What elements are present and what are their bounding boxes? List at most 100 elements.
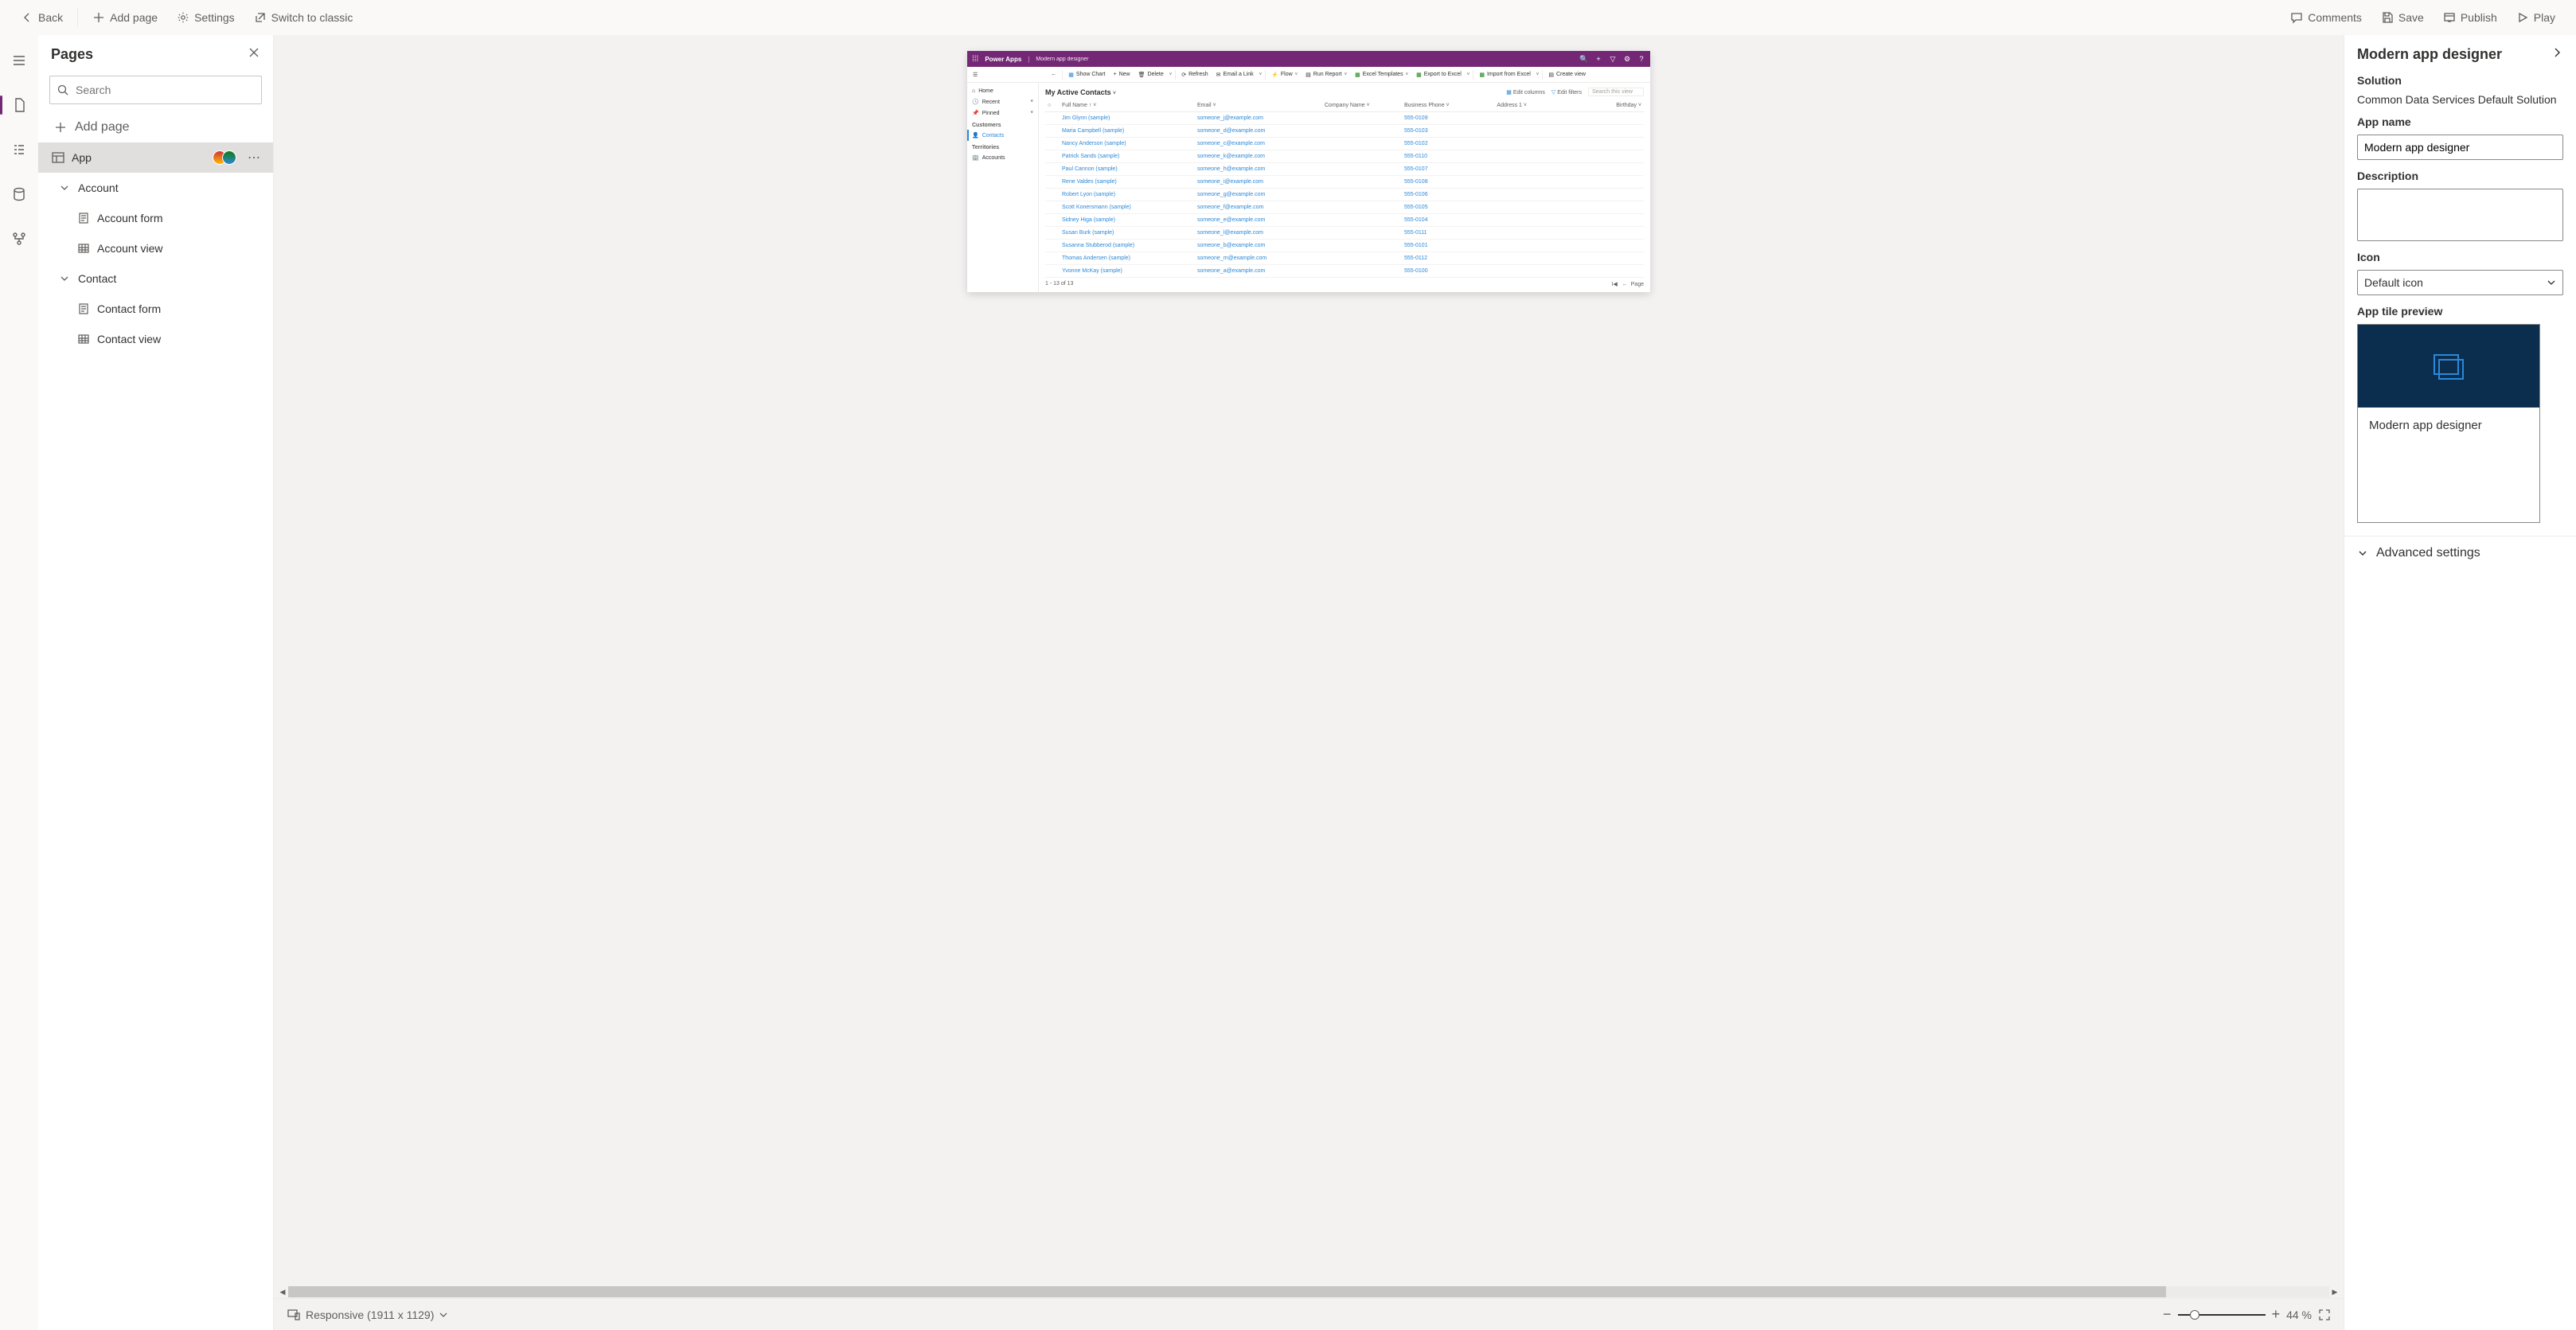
icon-select[interactable]: Default icon xyxy=(2357,270,2563,295)
cmd-new: +New xyxy=(1110,72,1132,77)
preview-brand: Power Apps xyxy=(985,56,1021,63)
zoom-in-button[interactable]: + xyxy=(2272,1306,2281,1323)
comment-icon xyxy=(2290,11,2303,24)
publish-icon xyxy=(2443,11,2456,24)
add-page-button[interactable]: Add page xyxy=(84,6,166,29)
publish-button[interactable]: Publish xyxy=(2435,6,2505,29)
comments-label: Comments xyxy=(2308,11,2362,24)
switch-classic-button[interactable]: Switch to classic xyxy=(246,6,361,29)
back-label: Back xyxy=(38,11,63,24)
cmd-excel-templates: ▦Excel Templates ˅ xyxy=(1352,72,1411,78)
close-pages-button[interactable] xyxy=(248,46,260,63)
pages-rail-button[interactable] xyxy=(3,89,35,121)
tree-item-contact[interactable]: Contact xyxy=(38,263,273,294)
tree-label: Contact view xyxy=(97,333,265,345)
save-label: Save xyxy=(2398,11,2424,24)
comments-button[interactable]: Comments xyxy=(2282,6,2370,29)
tree-item-contact-view[interactable]: Contact view xyxy=(38,324,273,354)
responsive-label[interactable]: Responsive (1911 x 1129) xyxy=(306,1309,434,1321)
canvas-horizontal-scrollbar[interactable]: ◀ ▶ xyxy=(274,1285,2344,1298)
tree-item-account[interactable]: Account xyxy=(38,173,273,203)
nav-accounts: 🏢Accounts xyxy=(967,152,1038,163)
zoom-out-button[interactable]: − xyxy=(2163,1306,2172,1323)
cmd-import-excel: ▦Import from Excel xyxy=(1477,72,1532,78)
scroll-thumb[interactable] xyxy=(288,1286,2166,1297)
table-row: Paul Cannon (sample)someone_h@example.co… xyxy=(1045,163,1644,176)
tree-item-account-form[interactable]: Account form xyxy=(38,203,273,233)
chevron-down-icon xyxy=(2357,548,2368,559)
scroll-left-icon[interactable]: ◀ xyxy=(277,1286,288,1297)
chevron-down-icon xyxy=(57,271,72,286)
description-input[interactable] xyxy=(2357,189,2563,241)
search-input[interactable] xyxy=(76,84,255,96)
back-button[interactable]: Back xyxy=(13,6,71,29)
page-icon xyxy=(11,97,27,113)
automation-rail-button[interactable] xyxy=(3,223,35,255)
chevron-down-icon xyxy=(2547,278,2556,287)
tree-label: Contact xyxy=(78,272,265,285)
navigation-rail-button[interactable] xyxy=(3,134,35,166)
list-tree-icon xyxy=(11,142,27,158)
properties-title: Modern app designer xyxy=(2357,46,2502,63)
collapse-props-button[interactable] xyxy=(2551,46,2563,63)
grid-range: 1 - 13 of 13 xyxy=(1045,281,1073,287)
search-input-wrapper[interactable] xyxy=(49,76,262,104)
play-button[interactable]: Play xyxy=(2508,6,2563,29)
save-button[interactable]: Save xyxy=(2373,6,2432,29)
canvas-area: ⁞⁞⁞ Power Apps | Modern app designer 🔍 +… xyxy=(274,35,2344,1330)
zoom-slider[interactable] xyxy=(2178,1314,2266,1316)
database-icon xyxy=(11,186,27,202)
app-preview-canvas[interactable]: ⁞⁞⁞ Power Apps | Modern app designer 🔍 +… xyxy=(967,51,1650,292)
preview-hamburger: ☰ xyxy=(970,72,980,78)
icon-label: Icon xyxy=(2357,251,2563,263)
tree-item-app[interactable]: App ⋯ xyxy=(38,142,273,173)
play-icon xyxy=(2516,11,2529,24)
add-page-label: Add page xyxy=(110,11,158,24)
tree-label: Contact form xyxy=(97,302,265,315)
view-name: My Active Contacts ˅ xyxy=(1045,88,1116,96)
appname-input[interactable] xyxy=(2357,135,2563,160)
canvas-footer: Responsive (1911 x 1129) − + 44 % xyxy=(274,1298,2344,1330)
help-icon: ? xyxy=(1637,55,1645,63)
switch-classic-label: Switch to classic xyxy=(271,11,353,24)
pages-tree: App ⋯ Account Account form Account view xyxy=(38,142,273,1330)
settings-button[interactable]: Settings xyxy=(169,6,243,29)
more-button[interactable]: ⋯ xyxy=(243,150,265,166)
cmd-refresh: ⟳Refresh xyxy=(1179,72,1210,78)
plus-icon xyxy=(92,11,105,24)
scroll-track[interactable] xyxy=(288,1286,2329,1297)
table-row: Jim Glynn (sample)someone_j@example.com5… xyxy=(1045,112,1644,125)
fit-screen-icon[interactable] xyxy=(2318,1309,2331,1321)
chevron-down-icon xyxy=(57,181,72,195)
tree-item-contact-form[interactable]: Contact form xyxy=(38,294,273,324)
icon-select-value: Default icon xyxy=(2364,276,2423,289)
cmd-export-excel: ▦Export to Excel xyxy=(1414,72,1464,78)
data-rail-button[interactable] xyxy=(3,178,35,210)
table-row: Yvonne McKay (sample)someone_a@example.c… xyxy=(1045,265,1644,278)
table-row: Susan Burk (sample)someone_l@example.com… xyxy=(1045,227,1644,240)
hamburger-button[interactable] xyxy=(3,45,35,76)
chevron-down-icon[interactable] xyxy=(439,1310,448,1320)
view-search: Search this view xyxy=(1588,88,1644,96)
advanced-settings-toggle[interactable]: Advanced settings xyxy=(2344,536,2576,570)
tree-label: Account form xyxy=(97,212,265,224)
scroll-right-icon[interactable]: ▶ xyxy=(2329,1286,2340,1297)
add-page-row-label: Add page xyxy=(75,120,130,135)
table-row: Rene Valdes (sample)someone_i@example.co… xyxy=(1045,176,1644,189)
cmd-create-view: ▤Create view xyxy=(1546,72,1588,78)
flow-icon xyxy=(11,231,27,247)
form-icon xyxy=(76,302,91,316)
solution-value: Common Data Services Default Solution xyxy=(2357,93,2563,106)
tree-label: Account xyxy=(78,181,265,194)
open-external-icon xyxy=(254,11,267,24)
table-row: Nancy Anderson (sample)someone_c@example… xyxy=(1045,138,1644,150)
properties-panel: Modern app designer Solution Common Data… xyxy=(2344,35,2576,1330)
edit-filters: ▽ Edit filters xyxy=(1551,89,1582,96)
add-page-row[interactable]: Add page xyxy=(38,112,273,142)
zoom-thumb[interactable] xyxy=(2190,1310,2199,1320)
tree-item-account-view[interactable]: Account view xyxy=(38,233,273,263)
table-row: Patrick Sands (sample)someone_k@example.… xyxy=(1045,150,1644,163)
nav-recent: 🕓Recent˅ xyxy=(967,96,1038,107)
left-rail xyxy=(0,35,38,1330)
publish-label: Publish xyxy=(2461,11,2497,24)
